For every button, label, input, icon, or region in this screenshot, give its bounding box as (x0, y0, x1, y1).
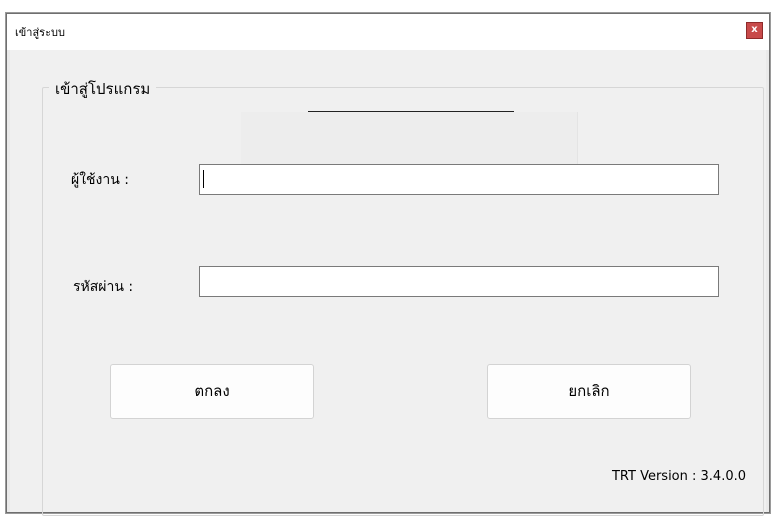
text-caret (203, 170, 204, 188)
close-button[interactable]: x (746, 22, 763, 39)
divider-line (308, 111, 514, 112)
window-client-area: เข้าสู่โปรแกรม ผู้ใช้งาน : รหัสผ่าน : ตก… (7, 50, 769, 516)
login-window: เข้าสู่ระบบ x เข้าสู่โปรแกรม ผู้ใช้งาน :… (6, 13, 770, 516)
password-input[interactable] (199, 266, 719, 297)
version-label: TRT Version : 3.4.0.0 (611, 469, 746, 484)
cancel-button[interactable]: ยกเลิก (487, 364, 691, 419)
title-bar[interactable]: เข้าสู่ระบบ x (7, 14, 769, 50)
username-input[interactable] (199, 164, 719, 195)
window-title: เข้าสู่ระบบ (15, 26, 65, 39)
password-label: รหัสผ่าน : (73, 279, 134, 295)
groupbox-title: เข้าสู่โปรแกรม (49, 77, 157, 101)
ok-button[interactable]: ตกลง (110, 364, 314, 419)
username-label: ผู้ใช้งาน : (71, 172, 129, 188)
